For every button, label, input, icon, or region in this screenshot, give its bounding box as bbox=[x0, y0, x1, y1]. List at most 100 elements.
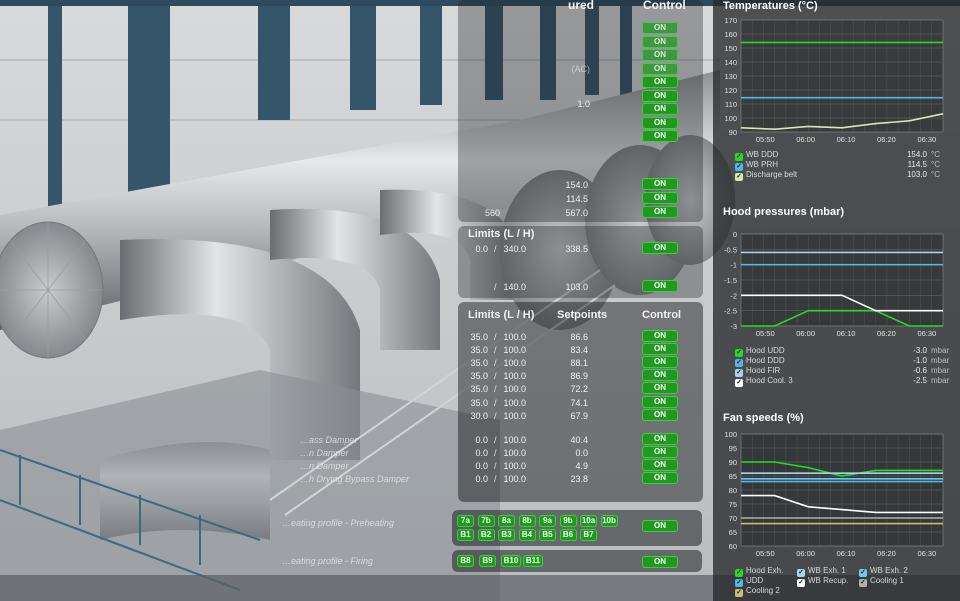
main-row-slash: / bbox=[494, 384, 497, 395]
main-row-low: 0.0 bbox=[475, 447, 488, 458]
profile-tag-button[interactable]: 10b bbox=[600, 515, 618, 527]
lp1-row-2-control-button[interactable]: ON bbox=[642, 280, 678, 292]
profile-tag-button[interactable]: B9 bbox=[479, 555, 496, 567]
lp1-row-2-setpoint: 103.0 bbox=[565, 282, 588, 292]
legend-series-name: Cooling 1 bbox=[870, 576, 904, 585]
profile-tag-button[interactable]: 7a bbox=[457, 515, 474, 527]
legend-series-name: Discharge belt bbox=[746, 170, 798, 179]
top-control-header: Control bbox=[643, 0, 686, 12]
legend-series-name: Hood UDD bbox=[746, 346, 785, 355]
profile-tag-button[interactable]: B3 bbox=[498, 529, 515, 541]
legend-item[interactable]: ✓ Cooling 2 bbox=[735, 586, 780, 597]
main-row-control-button[interactable]: ON bbox=[642, 382, 678, 395]
main-row-high: 100.0 bbox=[503, 474, 526, 484]
main-row-control-button[interactable]: ON bbox=[642, 472, 678, 484]
y-tick-label: 65 bbox=[729, 528, 737, 537]
top-on-button[interactable]: ON bbox=[642, 116, 678, 129]
profile-tag-button[interactable]: B11 bbox=[523, 555, 543, 567]
top-on-button[interactable]: ON bbox=[642, 35, 678, 48]
legend-item[interactable]: ✓ WB Recup. bbox=[797, 576, 848, 587]
x-tick-label: 05:50 bbox=[756, 329, 775, 338]
main-row-low: 0.0 bbox=[475, 434, 488, 445]
top-on-button[interactable]: ON bbox=[642, 49, 678, 61]
legend-series-value: 103.0 bbox=[906, 170, 927, 179]
top-row-value: 1.0 bbox=[577, 99, 590, 109]
main-row-slash: / bbox=[494, 358, 497, 369]
chart-temperatures-title: Temperatures (°C) bbox=[723, 0, 818, 12]
profile-tag-button[interactable]: 7b bbox=[477, 515, 495, 527]
legend-checkbox-icon[interactable]: ✓ bbox=[797, 579, 805, 587]
chart-temperatures: 170 160 150 140 130 120 110 100 90 05:50 06:00 06:1… bbox=[724, 16, 944, 144]
legend-checkbox-icon[interactable]: ✓ bbox=[735, 173, 743, 181]
legend-item[interactable]: ✓ Hood Cool. 3 bbox=[735, 376, 793, 387]
profile-preheating-control-button[interactable]: ON bbox=[642, 520, 678, 532]
main-row-control-button[interactable]: ON bbox=[642, 369, 678, 382]
y-tick-label: 60 bbox=[729, 542, 737, 551]
main-row-control-button[interactable]: ON bbox=[642, 458, 678, 471]
main-row-high: 100.0 bbox=[503, 460, 526, 471]
top-on-button[interactable]: ON bbox=[642, 103, 678, 115]
legend-series-name: WB Exh. 1 bbox=[808, 566, 846, 575]
x-tick-label: 06:00 bbox=[796, 549, 815, 558]
main-row-control-button[interactable]: ON bbox=[642, 408, 678, 421]
legend-checkbox-icon[interactable]: ✓ bbox=[859, 579, 867, 587]
top-row-3-setpoint: 567.0 bbox=[565, 208, 588, 218]
top-row-2-control-button[interactable]: ON bbox=[642, 192, 678, 204]
y-tick-label: 90 bbox=[729, 128, 737, 137]
main-row-low: 35.0 bbox=[470, 384, 488, 395]
x-tick-label: 06:00 bbox=[796, 135, 815, 144]
legend-item[interactable]: ✓ Cooling 1 bbox=[859, 576, 904, 587]
top-on-button[interactable]: ON bbox=[642, 130, 678, 142]
profile-firing-label: …eating profile - Firing bbox=[282, 556, 374, 566]
profile-tag-button[interactable]: 9b bbox=[559, 515, 577, 527]
main-row-control-button[interactable]: ON bbox=[642, 343, 678, 356]
profile-firing-control-button[interactable]: ON bbox=[642, 556, 678, 568]
main-row-slash: / bbox=[494, 410, 497, 421]
top-extra-value: (AC) bbox=[571, 64, 591, 74]
profile-tag-button[interactable]: 8a bbox=[498, 515, 515, 527]
y-tick-label: 0 bbox=[733, 230, 737, 239]
y-tick-label: 75 bbox=[729, 500, 737, 509]
legend-checkbox-icon[interactable]: ✓ bbox=[735, 379, 743, 387]
top-on-button[interactable]: ON bbox=[642, 76, 678, 88]
top-row-3-control-button[interactable]: ON bbox=[642, 206, 678, 218]
legend-item[interactable]: ✓ Discharge belt bbox=[735, 170, 797, 181]
x-tick-label: 06:00 bbox=[796, 329, 815, 338]
x-tick-label: 06:20 bbox=[877, 329, 896, 338]
profile-tag-button[interactable]: B10 bbox=[501, 555, 521, 567]
top-on-button[interactable]: ON bbox=[642, 22, 678, 34]
profile-tag-button[interactable]: B2 bbox=[477, 529, 495, 541]
main-row-low: 35.0 bbox=[470, 345, 488, 356]
profile-tag-button[interactable]: 10a bbox=[580, 515, 597, 527]
top-on-button[interactable]: ON bbox=[642, 62, 678, 75]
y-tick-label: 160 bbox=[724, 30, 737, 39]
main-row-control-button[interactable]: ON bbox=[642, 356, 678, 369]
main-row-label: …n Damper bbox=[300, 447, 349, 458]
profile-tag-button[interactable]: B7 bbox=[580, 529, 597, 541]
top-row-3-limit: 560 bbox=[484, 208, 500, 218]
profile-tag-button[interactable]: 9a bbox=[539, 515, 556, 527]
profile-tag-button[interactable]: B4 bbox=[518, 529, 536, 541]
lp1-row-1-control-button[interactable]: ON bbox=[642, 242, 678, 254]
main-row-setpoint: 72.2 bbox=[570, 384, 588, 395]
legend-series-unit: mbar bbox=[931, 346, 950, 355]
legend-series-unit: mbar bbox=[931, 376, 950, 385]
profile-tag-button[interactable]: B8 bbox=[457, 555, 474, 567]
top-on-button[interactable]: ON bbox=[642, 89, 678, 102]
profile-tag-button[interactable]: B1 bbox=[457, 529, 474, 541]
main-row-slash: / bbox=[494, 447, 497, 458]
profile-tag-button[interactable]: 8b bbox=[518, 515, 536, 527]
main-row-control-button[interactable]: ON bbox=[642, 330, 678, 342]
main-row-slash: / bbox=[494, 371, 497, 382]
main-row-control-button[interactable]: ON bbox=[642, 432, 678, 445]
top-row-1-control-button[interactable]: ON bbox=[642, 178, 678, 190]
legend-checkbox-icon[interactable]: ✓ bbox=[735, 589, 743, 597]
profile-tag-button[interactable]: B5 bbox=[539, 529, 556, 541]
main-row-slash: / bbox=[494, 434, 497, 445]
profile-tag-button[interactable]: B6 bbox=[559, 529, 577, 541]
main-row-control-button[interactable]: ON bbox=[642, 445, 678, 458]
main-row-high: 100.0 bbox=[503, 410, 526, 421]
main-row-control-button[interactable]: ON bbox=[642, 395, 678, 408]
y-tick-label: 95 bbox=[729, 444, 737, 453]
legend-series-value: 154.0 bbox=[906, 150, 927, 159]
